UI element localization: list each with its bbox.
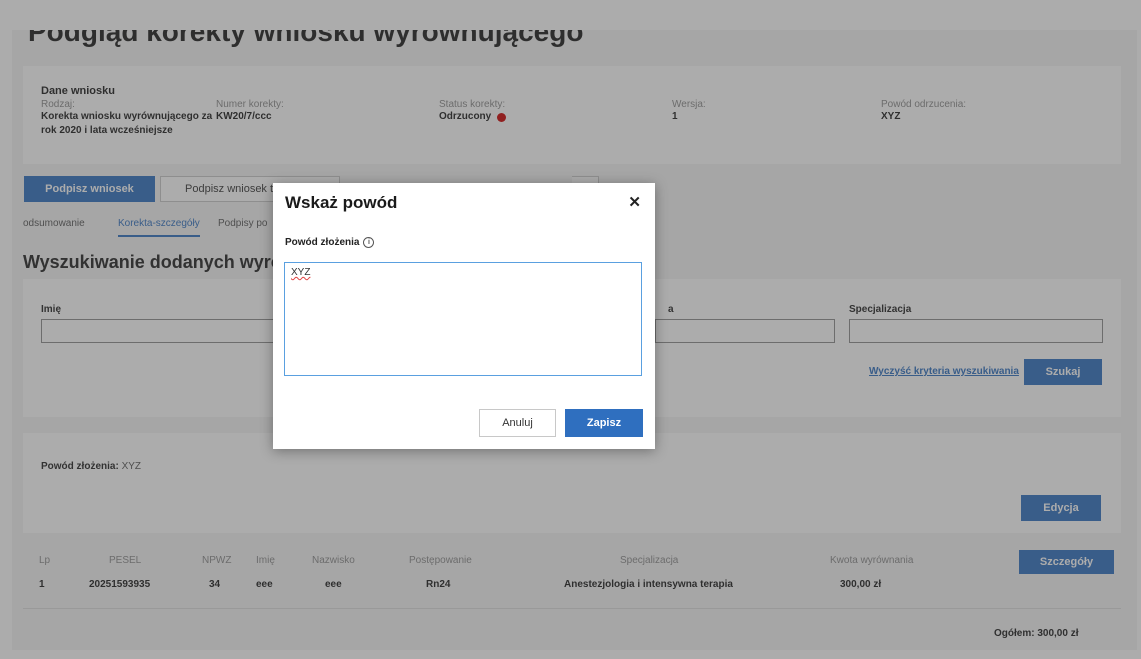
modal-title: Wskaż powód bbox=[285, 193, 398, 212]
close-icon[interactable]: ✕ bbox=[628, 193, 641, 211]
reason-textarea[interactable] bbox=[284, 262, 642, 376]
info-icon[interactable]: i bbox=[363, 237, 375, 248]
reason-modal: Wskaż powód ✕ Powód złożenia i Anuluj Za… bbox=[273, 183, 655, 449]
modal-field-label: Powód złożenia i bbox=[285, 237, 375, 248]
cancel-button[interactable]: Anuluj bbox=[479, 409, 556, 437]
save-button[interactable]: Zapisz bbox=[565, 409, 643, 437]
modal-field-label-text: Powód złożenia bbox=[285, 237, 360, 248]
